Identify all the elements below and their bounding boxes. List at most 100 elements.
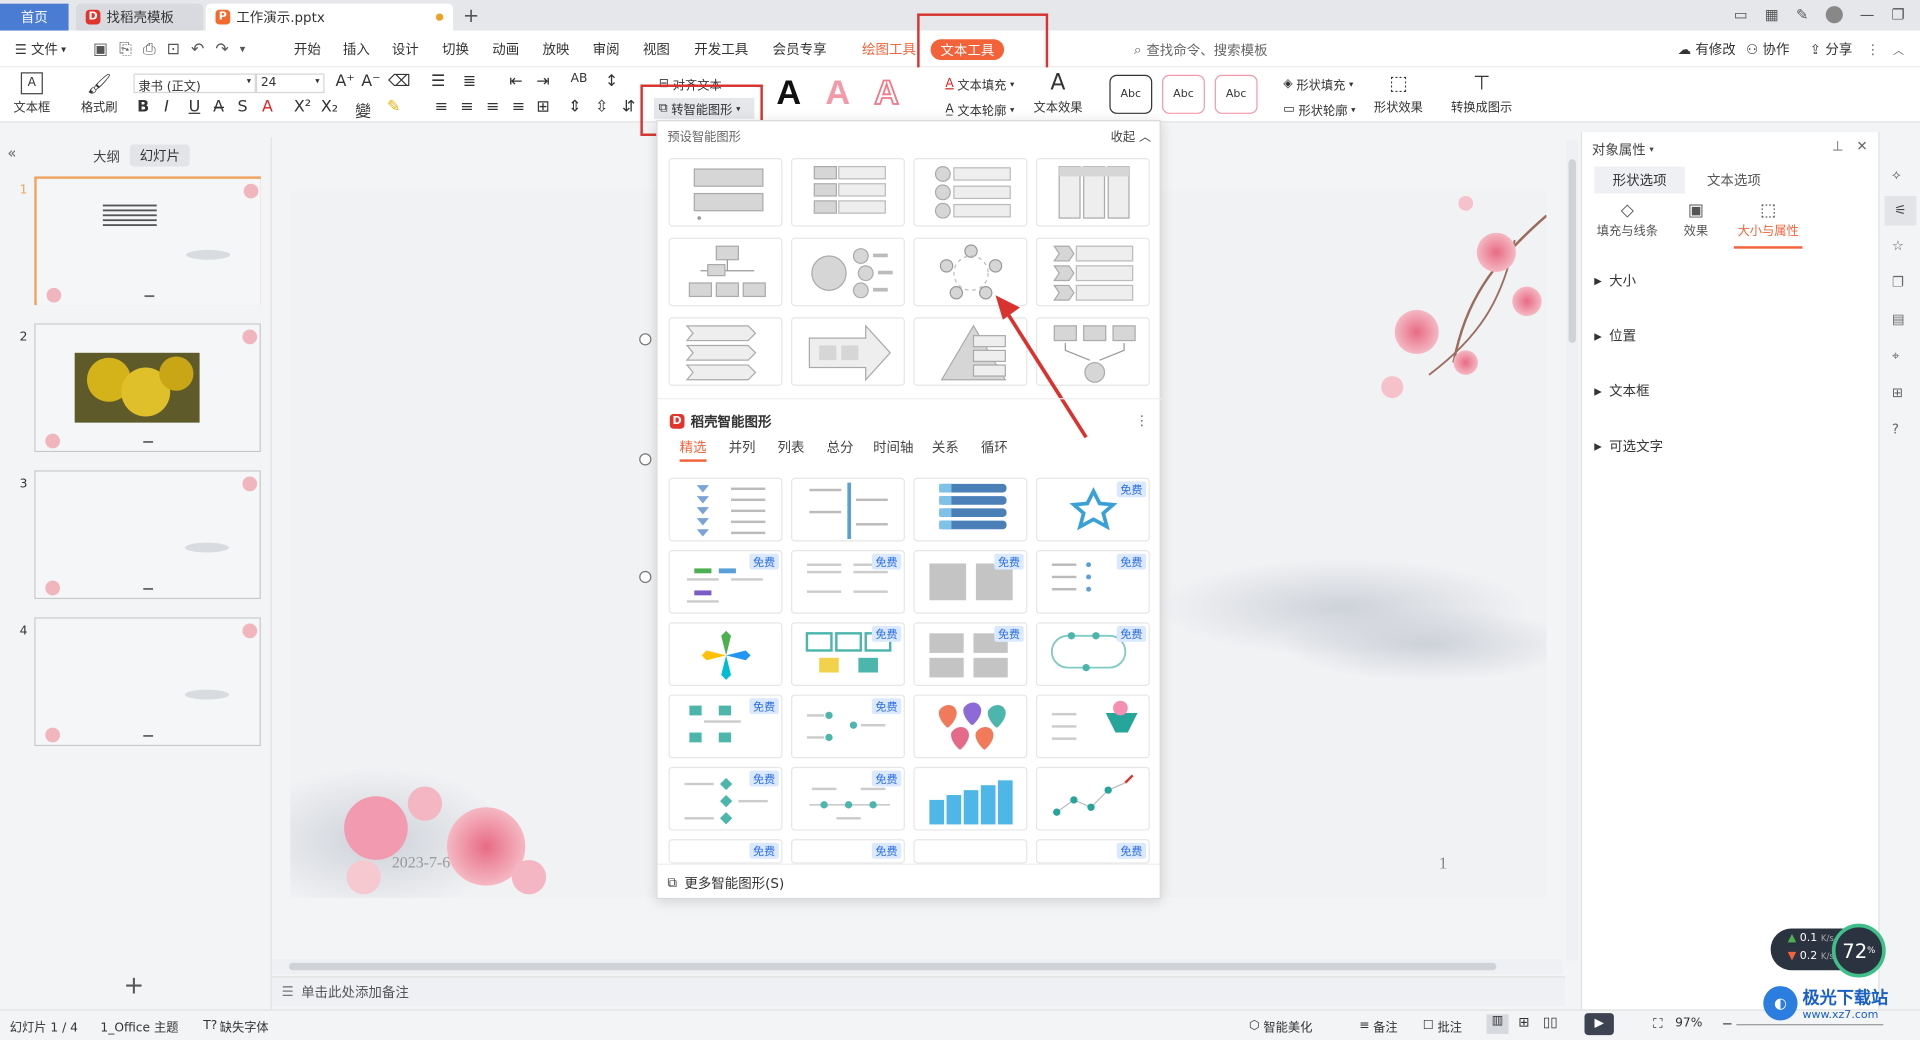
save-icon[interactable]: ▣ [93, 40, 108, 58]
template-card[interactable]: 免费 [791, 550, 905, 614]
copy-icon[interactable]: ❐ [1892, 274, 1904, 290]
new-tab-button[interactable]: + [463, 4, 479, 27]
tab-list[interactable]: 列表 [778, 437, 805, 457]
template-card[interactable]: 免费 [791, 839, 905, 864]
template-card[interactable]: 免费 [668, 694, 783, 759]
shrink-font-icon[interactable]: A⁻ [361, 72, 380, 90]
share-button[interactable]: ⇪ 分享 [1810, 31, 1853, 68]
theme-name[interactable]: 1_Office 主题 [100, 1017, 178, 1035]
subscript-icon[interactable]: X₂ [321, 98, 338, 116]
section-textbox[interactable]: ▶ 文本框 [1594, 381, 1649, 401]
reading-view-icon[interactable]: ▯▯ [1543, 1014, 1558, 1030]
style-icon[interactable]: ⟡ [1892, 167, 1901, 184]
animation-icon[interactable]: ☆ [1892, 238, 1904, 254]
redo-icon[interactable]: ↷ [215, 40, 228, 58]
restore-icon[interactable]: ❐ [1892, 6, 1905, 23]
convert-diagram-button[interactable]: ⊤ 转换成图示 [1445, 70, 1518, 115]
avatar[interactable] [1825, 6, 1843, 24]
menu-transition[interactable]: 切换 [442, 31, 469, 68]
text-fill-button[interactable]: A 文本填充 ▾ [945, 75, 1014, 93]
template-card[interactable] [668, 622, 783, 686]
text-style-pink[interactable]: A [825, 74, 850, 113]
panel-title[interactable]: 对象属性 ▾ [1592, 140, 1654, 160]
text-direction-icon[interactable]: AB [571, 72, 588, 85]
italic-icon[interactable]: I [164, 98, 169, 116]
preset-smartart-4[interactable] [1035, 158, 1150, 227]
template-card[interactable] [913, 766, 1028, 831]
horizontal-scrollbar[interactable] [271, 959, 1563, 974]
template-card[interactable] [913, 839, 1028, 864]
shadow-icon[interactable]: S [238, 98, 248, 116]
section-position[interactable]: ▶ 位置 [1594, 326, 1636, 346]
tab-document[interactable]: P 工作演示.pptx [205, 3, 454, 31]
numbering-icon[interactable]: ≣ [463, 72, 476, 90]
missing-font-button[interactable]: T? 缺失字体 [203, 1017, 268, 1035]
template-card[interactable]: 免费 [1035, 839, 1150, 864]
format-painter-button[interactable]: 🖌 格式刷 [78, 72, 120, 115]
align-left-icon[interactable]: ≡ [435, 98, 448, 116]
align-center-icon[interactable]: ≡ [460, 98, 473, 116]
command-search[interactable]: ⌕ 查找命令、搜索模板 [1134, 40, 1268, 60]
notes-area[interactable]: ☰ 单击此处添加备注 [271, 976, 1565, 1006]
menu-slideshow[interactable]: 放映 [542, 31, 569, 68]
collapse-button[interactable]: 收起 ︿ [1111, 126, 1152, 144]
template-card[interactable] [913, 694, 1028, 759]
shape-fill-button[interactable]: ◈ 形状填充 ▾ [1283, 75, 1353, 93]
menu-member[interactable]: 会员专享 [773, 31, 827, 68]
preset-smartart-5[interactable] [668, 237, 783, 307]
template-card[interactable]: 免费 [913, 550, 1028, 614]
undo-icon[interactable]: ↶ [191, 40, 204, 58]
font-name-select[interactable]: 隶书 (正文) ▾ [133, 73, 256, 94]
font-size-select[interactable]: 24 ▾ [255, 73, 325, 94]
tab-cycle[interactable]: 循环 [981, 437, 1008, 457]
more-smartart-button[interactable]: ⧉ 更多智能图形(S) [667, 873, 784, 893]
slide-date[interactable]: 2023-7-6 [392, 853, 450, 873]
text-style-black[interactable]: A [776, 74, 801, 113]
menu-insert[interactable]: 插入 [343, 31, 370, 68]
normal-view-icon[interactable]: ▥ [1486, 1014, 1509, 1034]
minimize-icon[interactable]: — [1860, 6, 1875, 23]
template-card[interactable] [913, 477, 1028, 542]
tab-home[interactable]: 首页 [0, 3, 69, 31]
zoom-level[interactable]: 97% [1675, 1017, 1702, 1030]
fill-line-tab[interactable]: ◇ 填充与线条 [1594, 201, 1660, 239]
line-spacing-icon[interactable]: ⇕ [568, 98, 581, 116]
skin-icon[interactable]: ✎ [1796, 6, 1808, 23]
preset-smartart-6[interactable] [791, 237, 905, 307]
template-card[interactable] [791, 477, 905, 542]
text-style-outline[interactable]: A [873, 73, 900, 113]
notes-button[interactable]: ≡ 备注 [1359, 1017, 1397, 1035]
bold-icon[interactable]: B [137, 98, 149, 116]
decrease-indent-icon[interactable]: ⇤ [509, 72, 522, 90]
strikethrough-icon[interactable]: A̶ [213, 98, 224, 116]
resize-handle[interactable] [639, 333, 652, 346]
template-card[interactable] [668, 477, 783, 542]
tab-text-options[interactable]: 文本选项 [1707, 170, 1761, 190]
grow-font-icon[interactable]: A⁺ [336, 72, 355, 90]
tab-relation[interactable]: 关系 [932, 437, 959, 457]
justify-icon[interactable]: ≡ [512, 98, 525, 116]
scrollbar-thumb[interactable] [1568, 159, 1576, 343]
underline-icon[interactable]: U [189, 98, 201, 116]
template-card[interactable]: 免费 [913, 622, 1028, 686]
text-effect-button[interactable]: A 文本效果 [1029, 70, 1088, 115]
align-right-icon[interactable]: ≡ [486, 98, 499, 116]
collapse-panel-icon[interactable]: « [7, 145, 16, 162]
menu-developer[interactable]: 开发工具 [694, 31, 748, 68]
shape-effect-button[interactable]: ⬚ 形状效果 [1367, 70, 1431, 115]
resize-handle[interactable] [639, 453, 652, 466]
slide-page-number[interactable]: 1 [1439, 855, 1448, 875]
template-card[interactable]: 免费 [791, 694, 905, 759]
section-size[interactable]: ▶ 大小 [1594, 271, 1636, 291]
preset-smartart-2[interactable] [791, 158, 905, 227]
template-card[interactable]: 免费 [791, 766, 905, 831]
menu-review[interactable]: 审阅 [593, 31, 620, 68]
tab-parallel[interactable]: 并列 [729, 437, 756, 457]
properties-icon[interactable]: ⚟ [1884, 196, 1917, 226]
paragraph-spacing-icon[interactable]: ⇳ [595, 98, 608, 116]
slide-thumbnail-1[interactable] [34, 176, 261, 306]
zoom-slider[interactable] [1736, 1024, 1884, 1026]
preset-smartart-10[interactable] [791, 317, 905, 386]
tab-timeline[interactable]: 时间轴 [873, 437, 913, 457]
highlight-color-icon[interactable]: ✎ [387, 98, 400, 116]
